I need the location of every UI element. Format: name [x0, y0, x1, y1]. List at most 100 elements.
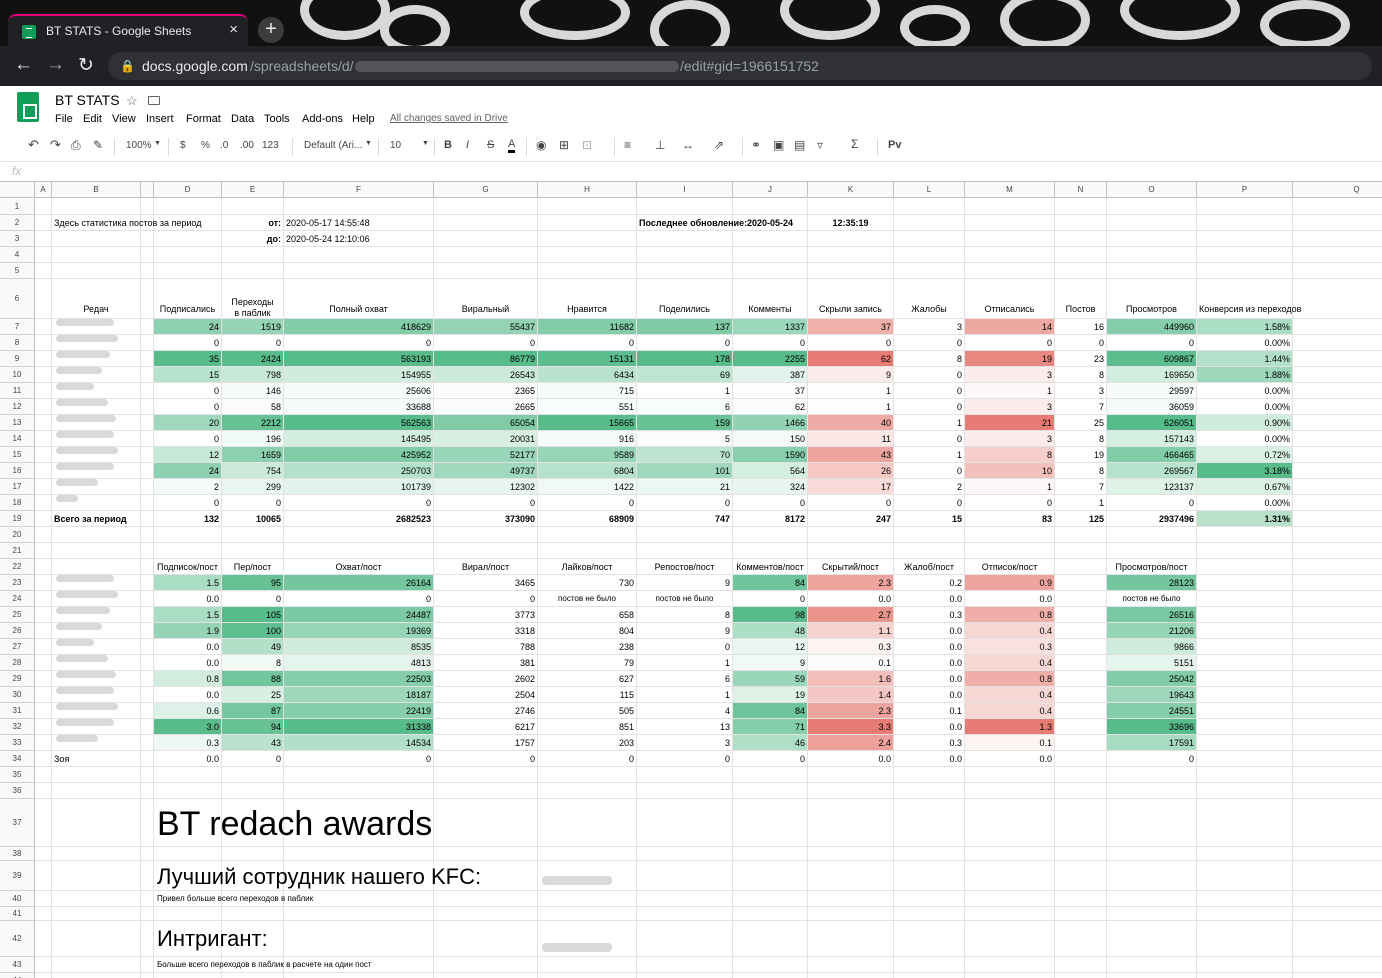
- data-cell[interactable]: 0: [284, 335, 434, 351]
- data-cell[interactable]: 21: [965, 415, 1055, 431]
- data-cell[interactable]: 0: [434, 751, 538, 767]
- data-cell[interactable]: 2504: [434, 687, 538, 703]
- data-cell[interactable]: 0.0: [808, 751, 894, 767]
- editor-name-cell-blurred[interactable]: [52, 447, 141, 463]
- info-cell[interactable]: 2020-05-24: [733, 215, 808, 231]
- data-cell[interactable]: 0: [894, 383, 965, 399]
- data-cell[interactable]: постов не было: [538, 591, 637, 607]
- insert-comment-icon[interactable]: ▣: [773, 138, 784, 152]
- data-cell[interactable]: 8: [1055, 367, 1107, 383]
- data-cell[interactable]: 0: [1055, 335, 1107, 351]
- data-cell[interactable]: 658: [538, 607, 637, 623]
- star-icon[interactable]: ☆: [126, 93, 138, 109]
- data-cell[interactable]: 798: [222, 367, 284, 383]
- data-cell[interactable]: 84: [733, 575, 808, 591]
- data-cell[interactable]: 3: [894, 319, 965, 335]
- data-cell[interactable]: 14534: [284, 735, 434, 751]
- data-cell[interactable]: 145495: [284, 431, 434, 447]
- data-cell[interactable]: 0: [284, 495, 434, 511]
- total-cell[interactable]: 747: [637, 511, 733, 527]
- data-cell[interactable]: 95: [222, 575, 284, 591]
- data-cell[interactable]: 0.8: [965, 671, 1055, 687]
- undo-icon[interactable]: ↶: [28, 137, 39, 153]
- column-header-i[interactable]: I: [637, 182, 733, 198]
- data-cell[interactable]: 0: [1107, 751, 1197, 767]
- column-header-q[interactable]: Q: [1293, 182, 1382, 198]
- total-cell[interactable]: 247: [808, 511, 894, 527]
- data-cell[interactable]: 49737: [434, 463, 538, 479]
- data-cell[interactable]: 0: [538, 335, 637, 351]
- data-cell[interactable]: 0: [154, 383, 222, 399]
- data-cell[interactable]: 1: [1055, 495, 1107, 511]
- header-cell[interactable]: Скрыли запись: [808, 279, 894, 319]
- data-cell[interactable]: 381: [434, 655, 538, 671]
- data-cell[interactable]: 0.3: [894, 607, 965, 623]
- row-header[interactable]: 13: [0, 415, 35, 431]
- data-cell[interactable]: 15131: [538, 351, 637, 367]
- vertical-align-icon[interactable]: ⊥: [655, 138, 665, 152]
- row-header[interactable]: 15: [0, 447, 35, 463]
- data-cell[interactable]: 46: [733, 735, 808, 751]
- data-cell[interactable]: 19: [1055, 447, 1107, 463]
- data-cell[interactable]: 0.4: [965, 687, 1055, 703]
- row-header[interactable]: 20: [0, 527, 35, 543]
- data-cell[interactable]: 425952: [284, 447, 434, 463]
- data-cell[interactable]: 12: [733, 639, 808, 655]
- header-cell[interactable]: Полный охват: [284, 279, 434, 319]
- column-header-d[interactable]: D: [154, 182, 222, 198]
- total-cell[interactable]: 83: [965, 511, 1055, 527]
- data-cell[interactable]: 10: [965, 463, 1055, 479]
- data-cell[interactable]: 0.00%: [1197, 335, 1293, 351]
- row-header[interactable]: 41: [0, 907, 35, 921]
- data-cell[interactable]: 69: [637, 367, 733, 383]
- data-cell[interactable]: 2: [154, 479, 222, 495]
- currency-button[interactable]: $: [180, 140, 186, 151]
- text-rotation-icon[interactable]: ⇗: [714, 138, 724, 152]
- data-cell[interactable]: 3: [965, 399, 1055, 415]
- data-cell[interactable]: 1: [808, 383, 894, 399]
- data-cell[interactable]: 1: [808, 399, 894, 415]
- column-header-h[interactable]: H: [538, 182, 637, 198]
- data-cell[interactable]: 4: [637, 703, 733, 719]
- row-header[interactable]: 17: [0, 479, 35, 495]
- data-cell[interactable]: 3: [965, 431, 1055, 447]
- data-cell[interactable]: 0: [894, 399, 965, 415]
- data-cell[interactable]: постов не было: [1107, 591, 1197, 607]
- data-cell[interactable]: 24: [154, 463, 222, 479]
- row-header[interactable]: 23: [0, 575, 35, 591]
- data-cell[interactable]: 25: [1055, 415, 1107, 431]
- header-cell[interactable]: Виральный: [434, 279, 538, 319]
- row-header[interactable]: 10: [0, 367, 35, 383]
- data-cell[interactable]: 59: [733, 671, 808, 687]
- data-cell[interactable]: 0.0: [808, 591, 894, 607]
- column-header-n[interactable]: N: [1055, 182, 1107, 198]
- data-cell[interactable]: 5151: [1107, 655, 1197, 671]
- data-cell[interactable]: 31338: [284, 719, 434, 735]
- data-cell[interactable]: 26164: [284, 575, 434, 591]
- data-cell[interactable]: 9589: [538, 447, 637, 463]
- row-header[interactable]: 2: [0, 215, 35, 231]
- reload-icon[interactable]: ↻: [78, 54, 94, 77]
- row-header[interactable]: 8: [0, 335, 35, 351]
- data-cell[interactable]: 916: [538, 431, 637, 447]
- data-cell[interactable]: 0: [894, 431, 965, 447]
- data-cell[interactable]: 0: [154, 399, 222, 415]
- data-cell[interactable]: 564: [733, 463, 808, 479]
- data-cell[interactable]: 238: [538, 639, 637, 655]
- new-tab-button[interactable]: +: [258, 17, 284, 43]
- data-cell[interactable]: 551: [538, 399, 637, 415]
- data-cell[interactable]: 0: [733, 335, 808, 351]
- browser-tab[interactable]: BT STATS - Google Sheets ×: [8, 14, 248, 46]
- data-cell[interactable]: 0.0: [154, 751, 222, 767]
- data-cell[interactable]: 0.2: [894, 575, 965, 591]
- data-cell[interactable]: 730: [538, 575, 637, 591]
- total-cell[interactable]: 373090: [434, 511, 538, 527]
- data-cell[interactable]: 1519: [222, 319, 284, 335]
- row-header[interactable]: 40: [0, 891, 35, 907]
- total-label[interactable]: Всего за период: [52, 511, 141, 527]
- header-cell[interactable]: Поделились: [637, 279, 733, 319]
- data-cell[interactable]: 23: [1055, 351, 1107, 367]
- formula-bar[interactable]: fx: [0, 162, 1382, 182]
- data-cell[interactable]: 6804: [538, 463, 637, 479]
- data-cell[interactable]: 2.7: [808, 607, 894, 623]
